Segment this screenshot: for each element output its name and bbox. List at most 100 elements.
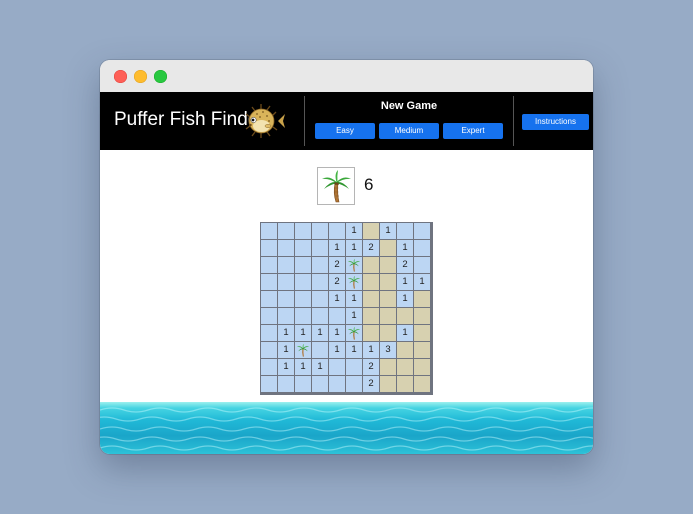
hidden-cell[interactable] — [278, 376, 294, 392]
number-cell[interactable]: 1 — [312, 325, 328, 341]
number-cell[interactable]: 1 — [329, 325, 345, 341]
easy-button[interactable]: Easy — [315, 123, 375, 139]
revealed-cell[interactable] — [414, 342, 430, 358]
hidden-cell[interactable] — [278, 308, 294, 324]
flagged-cell-palm-tree-icon[interactable] — [346, 325, 362, 341]
number-cell[interactable]: 1 — [397, 291, 413, 307]
hidden-cell[interactable] — [278, 223, 294, 239]
minimize-window-button[interactable] — [134, 70, 147, 83]
number-cell[interactable]: 1 — [363, 342, 379, 358]
hidden-cell[interactable] — [261, 274, 277, 290]
revealed-cell[interactable] — [414, 376, 430, 392]
medium-button[interactable]: Medium — [379, 123, 439, 139]
revealed-cell[interactable] — [414, 325, 430, 341]
revealed-cell[interactable] — [380, 325, 396, 341]
revealed-cell[interactable] — [397, 376, 413, 392]
hidden-cell[interactable] — [329, 376, 345, 392]
hidden-cell[interactable] — [261, 325, 277, 341]
flagged-cell-palm-tree-icon[interactable] — [346, 257, 362, 273]
number-cell[interactable]: 1 — [295, 325, 311, 341]
hidden-cell[interactable] — [278, 274, 294, 290]
hidden-cell[interactable] — [312, 257, 328, 273]
number-cell[interactable]: 1 — [414, 274, 430, 290]
expert-button[interactable]: Expert — [443, 123, 503, 139]
number-cell[interactable]: 1 — [295, 359, 311, 375]
number-cell[interactable]: 1 — [346, 342, 362, 358]
number-cell[interactable]: 1 — [312, 359, 328, 375]
hidden-cell[interactable] — [329, 223, 345, 239]
hidden-cell[interactable] — [295, 274, 311, 290]
number-cell[interactable]: 1 — [329, 342, 345, 358]
revealed-cell[interactable] — [363, 223, 379, 239]
revealed-cell[interactable] — [380, 308, 396, 324]
number-cell[interactable]: 2 — [329, 257, 345, 273]
hidden-cell[interactable] — [312, 274, 328, 290]
number-cell[interactable]: 1 — [397, 240, 413, 256]
revealed-cell[interactable] — [363, 308, 379, 324]
close-window-button[interactable] — [114, 70, 127, 83]
number-cell[interactable]: 1 — [329, 291, 345, 307]
hidden-cell[interactable] — [312, 342, 328, 358]
hidden-cell[interactable] — [312, 291, 328, 307]
number-cell[interactable]: 1 — [346, 240, 362, 256]
number-cell[interactable]: 1 — [397, 274, 413, 290]
hidden-cell[interactable] — [346, 359, 362, 375]
revealed-cell[interactable] — [414, 308, 430, 324]
hidden-cell[interactable] — [312, 223, 328, 239]
revealed-cell[interactable] — [380, 257, 396, 273]
number-cell[interactable]: 1 — [346, 223, 362, 239]
number-cell[interactable]: 2 — [329, 274, 345, 290]
number-cell[interactable]: 2 — [363, 359, 379, 375]
revealed-cell[interactable] — [363, 291, 379, 307]
hidden-cell[interactable] — [312, 308, 328, 324]
number-cell[interactable]: 1 — [346, 291, 362, 307]
revealed-cell[interactable] — [414, 291, 430, 307]
revealed-cell[interactable] — [397, 359, 413, 375]
hidden-cell[interactable] — [295, 308, 311, 324]
number-cell[interactable]: 2 — [363, 240, 379, 256]
instructions-button[interactable]: Instructions — [522, 114, 589, 130]
hidden-cell[interactable] — [261, 376, 277, 392]
revealed-cell[interactable] — [380, 274, 396, 290]
revealed-cell[interactable] — [397, 308, 413, 324]
revealed-cell[interactable] — [380, 376, 396, 392]
revealed-cell[interactable] — [397, 342, 413, 358]
hidden-cell[interactable] — [261, 240, 277, 256]
hidden-cell[interactable] — [414, 240, 430, 256]
hidden-cell[interactable] — [312, 240, 328, 256]
hidden-cell[interactable] — [261, 308, 277, 324]
hidden-cell[interactable] — [329, 308, 345, 324]
number-cell[interactable]: 1 — [278, 359, 294, 375]
number-cell[interactable]: 2 — [363, 376, 379, 392]
revealed-cell[interactable] — [380, 240, 396, 256]
hidden-cell[interactable] — [278, 240, 294, 256]
number-cell[interactable]: 1 — [397, 325, 413, 341]
hidden-cell[interactable] — [278, 291, 294, 307]
number-cell[interactable]: 1 — [380, 223, 396, 239]
hidden-cell[interactable] — [295, 376, 311, 392]
flagged-cell-palm-tree-icon[interactable] — [346, 274, 362, 290]
hidden-cell[interactable] — [278, 257, 294, 273]
number-cell[interactable]: 3 — [380, 342, 396, 358]
revealed-cell[interactable] — [363, 274, 379, 290]
revealed-cell[interactable] — [380, 359, 396, 375]
hidden-cell[interactable] — [346, 376, 362, 392]
hidden-cell[interactable] — [295, 240, 311, 256]
number-cell[interactable]: 1 — [278, 342, 294, 358]
hidden-cell[interactable] — [414, 223, 430, 239]
number-cell[interactable]: 2 — [397, 257, 413, 273]
revealed-cell[interactable] — [380, 291, 396, 307]
hidden-cell[interactable] — [329, 359, 345, 375]
number-cell[interactable]: 1 — [278, 325, 294, 341]
number-cell[interactable]: 1 — [346, 308, 362, 324]
hidden-cell[interactable] — [312, 376, 328, 392]
number-cell[interactable]: 1 — [329, 240, 345, 256]
hidden-cell[interactable] — [414, 257, 430, 273]
revealed-cell[interactable] — [363, 257, 379, 273]
hidden-cell[interactable] — [261, 342, 277, 358]
revealed-cell[interactable] — [363, 325, 379, 341]
flagged-cell-palm-tree-icon[interactable] — [295, 342, 311, 358]
hidden-cell[interactable] — [261, 291, 277, 307]
hidden-cell[interactable] — [295, 257, 311, 273]
maximize-window-button[interactable] — [154, 70, 167, 83]
